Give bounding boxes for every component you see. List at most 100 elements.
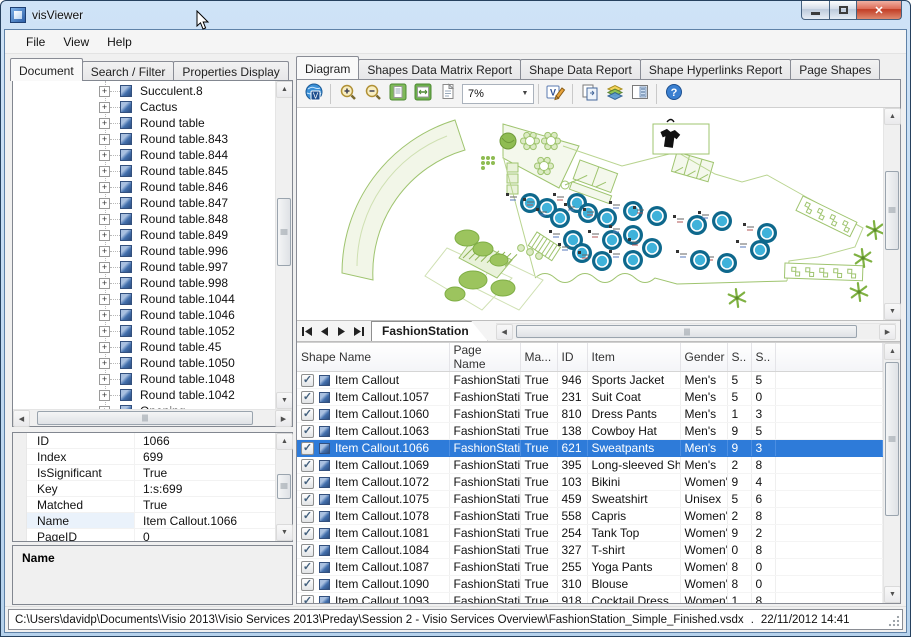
grid-row[interactable]: ✓ Item Callout.1081 FashionStationTrue 2…	[297, 525, 883, 542]
grid-row[interactable]: ✓ Item Callout.1060 FashionStationTrue 8…	[297, 406, 883, 423]
expand-icon[interactable]: +	[99, 102, 110, 113]
menu-file[interactable]: File	[17, 32, 54, 52]
first-page-button[interactable]	[299, 323, 316, 340]
expand-icon[interactable]: +	[99, 326, 110, 337]
copy-shape-button[interactable]	[577, 82, 602, 105]
tree-item[interactable]: + Round table	[13, 115, 275, 131]
menu-help[interactable]: Help	[98, 32, 141, 52]
zoom-actual-size-button[interactable]	[435, 82, 460, 105]
tree-item[interactable]: + Round table.843	[13, 131, 275, 147]
tree-item[interactable]: + Round table.846	[13, 179, 275, 195]
properties-rows[interactable]: ID 1066 Index 699 IsSignificant True Key…	[27, 433, 275, 541]
grid-header-row[interactable]: Shape NamePage NameMa...IDItemGenderS..S…	[297, 343, 883, 372]
page-tab-fashionstation[interactable]: FashionStation	[371, 321, 488, 341]
tree-item[interactable]: + Round table.849	[13, 227, 275, 243]
expand-icon[interactable]: +	[99, 406, 110, 410]
tree-item[interactable]: + Round table.1042	[13, 387, 275, 403]
grid-row[interactable]: ✓ Item Callout.1069 FashionStationTrue 3…	[297, 457, 883, 474]
expand-icon[interactable]: +	[99, 150, 110, 161]
menu-view[interactable]: View	[54, 32, 98, 52]
diagram-canvas[interactable]	[297, 108, 883, 320]
zoom-page-width-button[interactable]	[410, 82, 435, 105]
maximize-button[interactable]	[830, 1, 857, 20]
grid-vertical-scrollbar[interactable]: ▲ ▼	[883, 343, 900, 603]
grid-column-header[interactable]: Ma...	[520, 343, 557, 372]
last-page-button[interactable]	[350, 323, 367, 340]
property-row[interactable]: PageID 0	[27, 529, 275, 541]
expand-icon[interactable]: +	[99, 246, 110, 257]
previous-page-button[interactable]	[316, 323, 333, 340]
property-row[interactable]: Index 699	[27, 449, 275, 465]
grid-column-header[interactable]: S..	[751, 343, 775, 372]
tree-vertical-scrollbar[interactable]: ▲ ▼	[275, 81, 292, 409]
expand-icon[interactable]: +	[99, 390, 110, 401]
tree-item[interactable]: + Round table.1044	[13, 291, 275, 307]
zoom-whole-page-button[interactable]	[385, 82, 410, 105]
minimize-button[interactable]	[801, 1, 830, 20]
expand-icon[interactable]: +	[99, 86, 110, 97]
checkbox-checked-icon[interactable]: ✓	[301, 493, 314, 506]
tree-item[interactable]: + Round table.848	[13, 211, 275, 227]
checkbox-checked-icon[interactable]: ✓	[301, 442, 314, 455]
checkbox-checked-icon[interactable]: ✓	[301, 459, 314, 472]
zoom-in-button[interactable]	[335, 82, 360, 105]
close-button[interactable]: ✕	[857, 1, 902, 20]
grid-row[interactable]: ✓ Item Callout FashionStationTrue 946Spo…	[297, 372, 883, 389]
tab-shape-hyperlinks-report[interactable]: Shape Hyperlinks Report	[640, 59, 791, 79]
tree-item[interactable]: + Round table.1050	[13, 355, 275, 371]
grid-row[interactable]: ✓ Item Callout.1057 FashionStationTrue 2…	[297, 389, 883, 406]
grid-row[interactable]: ✓ Item Callout.1063 FashionStationTrue 1…	[297, 423, 883, 440]
grid-row[interactable]: ✓ Item Callout.1078 FashionStationTrue 5…	[297, 508, 883, 525]
expand-icon[interactable]: +	[99, 358, 110, 369]
checkbox-checked-icon[interactable]: ✓	[301, 425, 314, 438]
property-row[interactable]: Key 1:s:699	[27, 481, 275, 497]
checkbox-checked-icon[interactable]: ✓	[301, 476, 314, 489]
scroll-left-icon[interactable]: ◀	[13, 410, 30, 427]
grid-row[interactable]: ✓ Item Callout.1072 FashionStationTrue 1…	[297, 474, 883, 491]
checkbox-checked-icon[interactable]: ✓	[301, 374, 314, 387]
tab-shape-data-report[interactable]: Shape Data Report	[520, 59, 641, 79]
tab-search-filter[interactable]: Search / Filter	[82, 61, 175, 81]
checkbox-checked-icon[interactable]: ✓	[301, 544, 314, 557]
scroll-down-icon[interactable]: ▼	[276, 392, 292, 409]
expand-icon[interactable]: +	[99, 214, 110, 225]
tab-shapes-data-matrix-report[interactable]: Shapes Data Matrix Report	[358, 59, 521, 79]
grid-column-header[interactable]: ID	[557, 343, 587, 372]
expand-icon[interactable]: +	[99, 166, 110, 177]
scroll-up-icon[interactable]: ▲	[884, 343, 900, 360]
checkbox-checked-icon[interactable]: ✓	[301, 578, 314, 591]
expand-icon[interactable]: +	[99, 310, 110, 321]
tab-page-shapes[interactable]: Page Shapes	[790, 59, 880, 79]
checkbox-checked-icon[interactable]: ✓	[301, 510, 314, 523]
expand-icon[interactable]: +	[99, 278, 110, 289]
tree-item[interactable]: + Round table.997	[13, 259, 275, 275]
tree-item[interactable]: + Round table.1048	[13, 371, 275, 387]
expand-icon[interactable]: +	[99, 198, 110, 209]
shape-info-panel-button[interactable]	[627, 82, 652, 105]
scroll-down-icon[interactable]: ▼	[276, 524, 293, 541]
grid-row[interactable]: ✓ Item Callout.1093 FashionStationTrue 9…	[297, 593, 883, 604]
checkbox-checked-icon[interactable]: ✓	[301, 561, 314, 574]
help-button[interactable]: ?	[661, 82, 686, 105]
expand-icon[interactable]: +	[99, 118, 110, 129]
expand-icon[interactable]: +	[99, 374, 110, 385]
tree-item[interactable]: + Round table.996	[13, 243, 275, 259]
scroll-left-icon[interactable]: ◀	[496, 324, 513, 340]
tree-item[interactable]: + Succulent.8	[13, 83, 275, 99]
grid-column-header[interactable]: S..	[727, 343, 751, 372]
properties-vertical-scrollbar[interactable]: ▲ ▼	[275, 433, 292, 541]
grid-column-header[interactable]: Gender	[680, 343, 727, 372]
tree-item[interactable]: + Round table.45	[13, 339, 275, 355]
grid-row[interactable]: ✓ Item Callout.1075 FashionStationTrue 4…	[297, 491, 883, 508]
property-row[interactable]: IsSignificant True	[27, 465, 275, 481]
checkbox-checked-icon[interactable]: ✓	[301, 391, 314, 404]
property-row[interactable]: ID 1066	[27, 433, 275, 449]
scroll-right-icon[interactable]: ▶	[275, 410, 292, 427]
grid-column-header[interactable]: Page Name	[449, 343, 520, 372]
tree-item[interactable]: + Round table.845	[13, 163, 275, 179]
document-tree[interactable]: + Succulent.8 + Cactus + Round table + R…	[13, 81, 275, 409]
expand-icon[interactable]: +	[99, 294, 110, 305]
title-bar[interactable]: visViewer	[1, 1, 910, 29]
tab-document[interactable]: Document	[10, 58, 83, 81]
expand-icon[interactable]: +	[99, 262, 110, 273]
